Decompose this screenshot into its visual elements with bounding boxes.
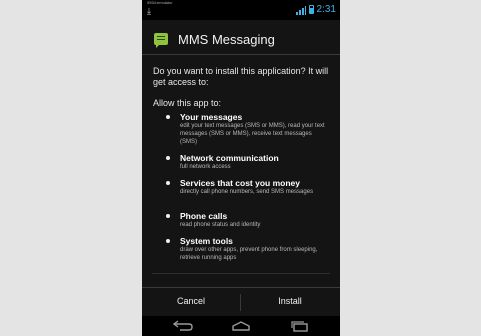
permission-desc: draw over other apps, prevent phone from… <box>180 247 318 261</box>
bullet-icon <box>166 181 170 185</box>
permission-title: Your messages <box>180 112 243 122</box>
permission-title: System tools <box>180 236 233 246</box>
back-icon[interactable] <box>170 319 194 333</box>
bullet-icon <box>166 115 170 119</box>
app-name: MMS Messaging <box>178 32 275 47</box>
permission-desc: full network access <box>180 164 231 170</box>
bullet-icon <box>166 239 170 243</box>
window-title: 5554:emulator <box>147 0 173 5</box>
status-bar: 5554:emulator ⤓ 2:31 <box>142 0 340 20</box>
battery-icon <box>308 5 314 14</box>
install-question: Do you want to install this application?… <box>153 66 329 87</box>
button-bar: Cancel Install <box>142 287 340 317</box>
dialog-header: MMS Messaging <box>142 20 340 55</box>
phone-screen: 5554:emulator ⤓ 2:31 MMS Messaging Do yo… <box>142 0 340 336</box>
signal-icon <box>295 5 306 15</box>
message-bubble-icon <box>154 33 168 48</box>
status-icons: 2:31 <box>295 4 336 15</box>
install-button[interactable]: Install <box>241 288 339 317</box>
bullet-icon <box>166 156 170 160</box>
permission-title: Phone calls <box>180 211 228 221</box>
permission-desc: read phone status and identity <box>180 222 261 228</box>
content-divider <box>152 273 330 274</box>
permission-title: Network communication <box>180 153 279 163</box>
recents-icon[interactable] <box>288 319 312 333</box>
allow-label: Allow this app to: <box>153 98 222 108</box>
download-icon: ⤓ <box>147 6 151 16</box>
bullet-icon <box>166 214 170 218</box>
clock: 2:31 <box>316 4 336 15</box>
permission-desc: directly call phone numbers, send SMS me… <box>180 189 314 195</box>
permission-desc: edit your text messages (SMS or MMS), re… <box>180 123 325 145</box>
install-dialog: MMS Messaging Do you want to install thi… <box>142 20 340 316</box>
permission-title: Services that cost you money <box>180 178 300 188</box>
cancel-button[interactable]: Cancel <box>142 288 240 317</box>
home-icon[interactable] <box>229 319 253 333</box>
navigation-bar <box>142 316 340 336</box>
